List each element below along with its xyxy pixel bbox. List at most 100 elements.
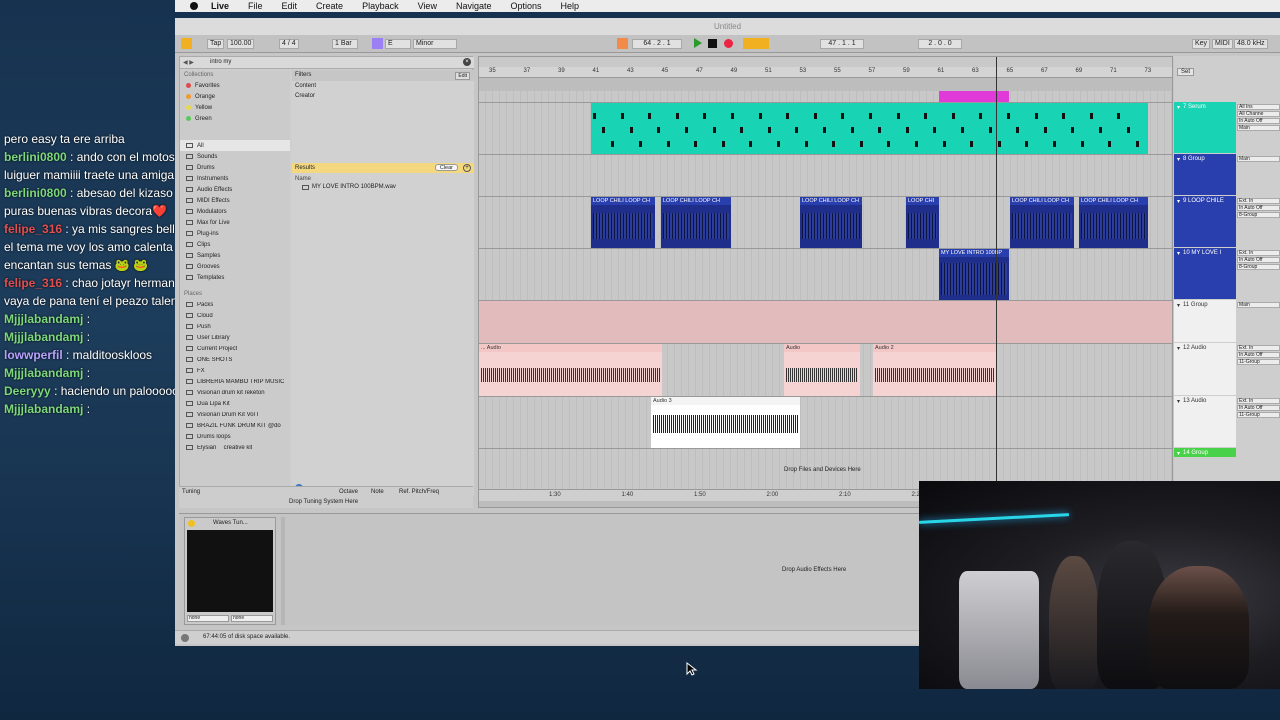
follow-icon[interactable] [617, 38, 628, 49]
audio-clip[interactable]: Audio 2 [873, 344, 996, 396]
category-item[interactable]: Plug-ins [180, 228, 290, 239]
menu-navigate[interactable]: Navigate [456, 1, 492, 11]
scale-select[interactable]: Minor [413, 39, 457, 49]
category-item[interactable]: Samples [180, 250, 290, 261]
place-item[interactable]: LIBRERIA MAMBO TRIP MUSIC [180, 376, 290, 387]
category-item[interactable]: Templates [180, 272, 290, 283]
place-item[interactable]: Packs [180, 299, 290, 310]
stop-icon[interactable] [708, 39, 717, 48]
category-item[interactable]: Grooves [180, 261, 290, 272]
midi-map-button[interactable]: MIDI [1212, 39, 1233, 49]
track-fold-icon[interactable]: ▾ [1177, 104, 1180, 151]
track-header[interactable]: ▾ 10 MY LOVE I [1174, 248, 1236, 299]
io-chooser[interactable]: In Auto Off [1237, 257, 1280, 263]
content-filter[interactable]: Content [292, 81, 474, 91]
filters-toggle[interactable]: Filters [295, 72, 311, 78]
io-chooser[interactable]: Main [1237, 302, 1280, 308]
io-chooser[interactable]: Ext. In [1237, 345, 1280, 351]
link-icon[interactable] [181, 38, 192, 49]
place-item[interactable]: Cloud [180, 310, 290, 321]
arrangement-track[interactable] [479, 155, 1172, 197]
track-header[interactable]: ▾ 13 Audio [1174, 396, 1236, 447]
set-button[interactable]: Set [1177, 68, 1195, 76]
plugin-display[interactable] [187, 530, 273, 612]
tempo-field[interactable]: 100.00 [227, 39, 255, 49]
audio-3-clip[interactable]: Audio 3 [651, 397, 800, 448]
io-chooser[interactable]: 11-Group [1237, 359, 1280, 365]
audio-clip[interactable]: ... Audio [479, 344, 662, 396]
record-icon[interactable] [724, 39, 733, 48]
creator-filter[interactable]: Creator [292, 91, 474, 101]
quantize-select[interactable]: 1 Bar [332, 39, 358, 49]
category-item[interactable]: Clips [180, 239, 290, 250]
midi-clip[interactable] [939, 91, 1009, 102]
loop-chili-clip[interactable]: LOOP CHILI LOOP CH [1079, 197, 1148, 248]
arrangement-track[interactable]: Audio 3 [479, 397, 1172, 449]
track-header[interactable]: ▾ 12 Audio [1174, 343, 1236, 395]
loop-chili-clip[interactable]: LOOP CHILI LOOP CH [661, 197, 731, 248]
arrangement-track[interactable]: LOOP CHILI LOOP CH LOOP CHILI LOOP CH LOOP… [479, 197, 1172, 249]
io-chooser[interactable]: In Auto Off [1237, 118, 1280, 124]
plugin-select-2[interactable]: none [231, 615, 273, 622]
category-item[interactable]: MIDI Effects [180, 195, 290, 206]
track-fold-icon[interactable]: ▾ [1177, 345, 1180, 393]
io-chooser[interactable]: In Auto Off [1237, 405, 1280, 411]
my-love-intro-clip[interactable]: MY LOVE INTRO 100BP [939, 249, 1009, 300]
track-header[interactable]: ▾ 7 Serum [1174, 102, 1236, 153]
io-chooser[interactable]: Main [1237, 156, 1280, 162]
io-chooser[interactable]: In Auto Off [1237, 352, 1280, 358]
loop-chili-clip[interactable]: LOOP CHILI LOOP CH [800, 197, 862, 248]
play-icon[interactable] [694, 38, 702, 48]
song-position[interactable]: 64 . 2 . 1 [632, 39, 682, 49]
overview-strip[interactable] [479, 57, 1172, 67]
waves-tune-device[interactable]: Waves Tun... none none [184, 517, 276, 625]
tap-button[interactable]: Tap [207, 39, 225, 49]
track-fold-icon[interactable]: ▾ [1177, 450, 1180, 457]
result-filename[interactable]: MY LOVE INTRO 100BPM.wav [312, 184, 396, 190]
arrangement-track[interactable]: MY LOVE INTRO 100BP [479, 249, 1172, 301]
place-item[interactable]: Drums loops [180, 431, 290, 442]
plugin-select-1[interactable]: none [187, 615, 229, 622]
apple-icon[interactable] [187, 1, 201, 11]
search-input[interactable]: intro my [210, 59, 231, 65]
track-header[interactable]: ▾ 9 LOOP CHILE [1174, 196, 1236, 247]
add-icon[interactable]: + [463, 164, 471, 172]
menu-edit[interactable]: Edit [282, 1, 298, 11]
io-chooser[interactable]: All Channe [1237, 111, 1280, 117]
category-item[interactable]: Sounds [180, 151, 290, 162]
collection-item[interactable]: Green [180, 113, 290, 124]
place-item[interactable]: ONE SHOTS [180, 354, 290, 365]
arrangement-track[interactable]: ... Audio Audio Audio 2 [479, 344, 1172, 397]
serum-midi-clip[interactable] [591, 103, 1148, 154]
category-item[interactable]: Instruments [180, 173, 290, 184]
place-item[interactable]: Elysian `` creative kit [180, 442, 290, 453]
category-item[interactable]: Max for Live [180, 217, 290, 228]
loop-chili-clip[interactable]: LOOP CHI [906, 197, 939, 248]
arrangement-track[interactable] [479, 91, 1172, 103]
collection-item[interactable]: Favorites [180, 80, 290, 91]
track-header[interactable]: ▾ 8 Group [1174, 154, 1236, 195]
overdub-icon[interactable] [743, 38, 769, 49]
scale-icon[interactable] [372, 38, 383, 49]
io-chooser[interactable]: Ext. In [1237, 398, 1280, 404]
place-item[interactable]: BRAZIL FUNK DRUM KIT @do [180, 420, 290, 431]
category-item[interactable]: All [180, 140, 290, 151]
place-item[interactable]: Push [180, 321, 290, 332]
back-icon[interactable]: ◀ ▶ [183, 59, 194, 66]
menu-create[interactable]: Create [316, 1, 343, 11]
io-chooser[interactable]: In Auto Off [1237, 205, 1280, 211]
loop-length[interactable]: 2 . 0 . 0 [918, 39, 962, 49]
menu-view[interactable]: View [418, 1, 437, 11]
loop-chili-clip[interactable]: LOOP CHILI LOOP CH [591, 197, 655, 248]
menu-help[interactable]: Help [561, 1, 580, 11]
io-chooser[interactable]: 11-Group [1237, 412, 1280, 418]
track-fold-icon[interactable]: ▾ [1177, 156, 1180, 193]
category-item[interactable]: Modulators [180, 206, 290, 217]
collection-item[interactable]: Yellow [180, 102, 290, 113]
name-column[interactable]: Name [292, 174, 474, 184]
track-fold-icon[interactable]: ▾ [1177, 198, 1180, 245]
track-header[interactable]: ▾ 14 Group [1174, 448, 1236, 457]
io-chooser[interactable]: 8-Group [1237, 264, 1280, 270]
track-fold-icon[interactable]: ▾ [1177, 302, 1180, 340]
category-item[interactable]: Audio Effects [180, 184, 290, 195]
